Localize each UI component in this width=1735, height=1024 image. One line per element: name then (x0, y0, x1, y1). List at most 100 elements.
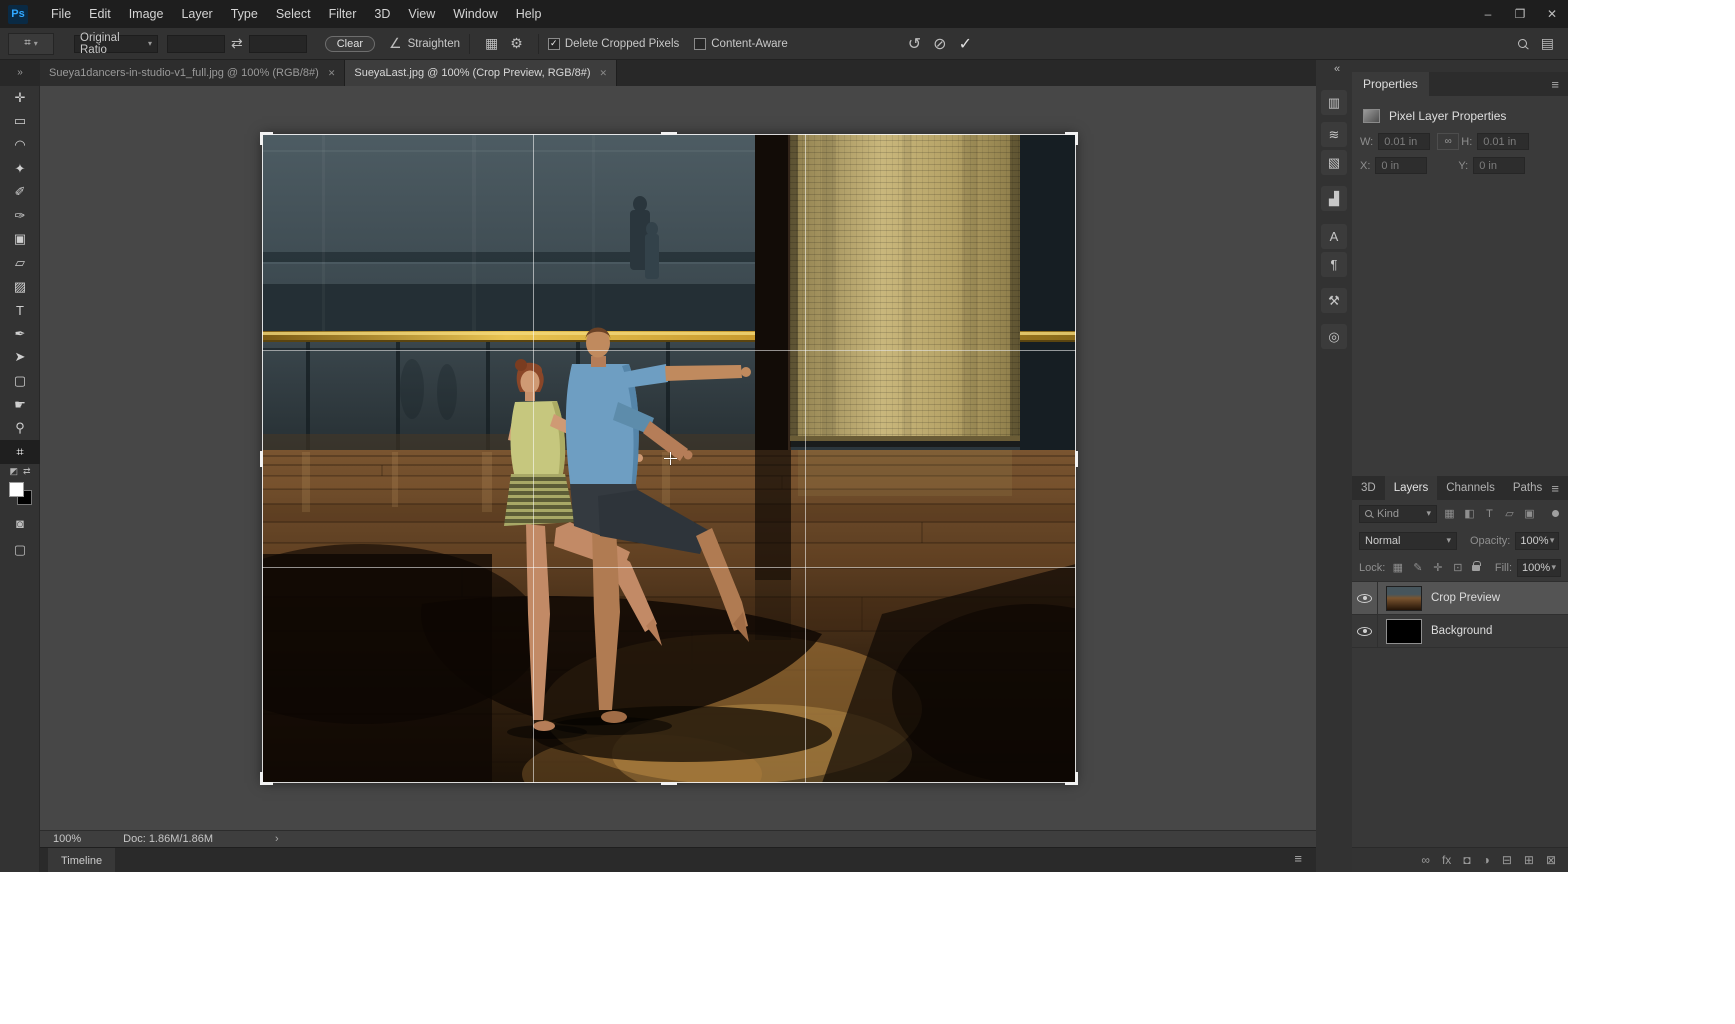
character-panel-icon[interactable]: A (1321, 224, 1347, 249)
filter-adjustment-layers-icon[interactable]: ◧ (1462, 507, 1477, 520)
layer-name[interactable]: Crop Preview (1431, 592, 1500, 604)
menu-layer[interactable]: Layer (172, 0, 221, 28)
filter-pixel-layers-icon[interactable]: ▦ (1442, 507, 1457, 520)
lock-all-icon[interactable] (1472, 565, 1480, 571)
canvas-image[interactable] (262, 134, 1076, 783)
filter-toggle-icon[interactable] (1552, 510, 1559, 517)
clone-stamp-tool[interactable]: ▣ (0, 228, 40, 252)
crop-settings-gear-icon[interactable]: ⚙ (510, 35, 523, 52)
quick-mask-icon[interactable]: ◙ (0, 516, 40, 531)
menu-filter[interactable]: Filter (320, 0, 366, 28)
y-field[interactable]: 0 in (1473, 157, 1525, 174)
lock-artboard-icon[interactable]: ⊡ (1450, 561, 1465, 574)
timeline-tab[interactable]: Timeline (48, 848, 115, 872)
rectangle-tool[interactable]: ▢ (0, 369, 40, 393)
menu-file[interactable]: File (42, 0, 80, 28)
commit-crop-icon[interactable]: ✓ (959, 34, 972, 54)
tab-channels[interactable]: Channels (1437, 476, 1504, 500)
menu-3d[interactable]: 3D (365, 0, 399, 28)
tab-properties[interactable]: Properties (1352, 72, 1429, 96)
adjustment-layer-icon[interactable]: ◑ (1483, 853, 1490, 867)
properties-menu-icon[interactable]: ≡ (1551, 77, 1559, 92)
document-tab-active[interactable]: SueyaLast.jpg @ 100% (Crop Preview, RGB/… (345, 60, 617, 86)
lock-position-icon[interactable]: ✛ (1430, 561, 1445, 574)
minimize-button[interactable]: – (1472, 0, 1504, 28)
collapse-panels-icon[interactable]: « (1334, 63, 1340, 75)
move-tool[interactable]: ✛ (0, 86, 40, 110)
opacity-field[interactable]: 100% ▾ (1515, 532, 1559, 550)
delete-cropped-pixels-label[interactable]: Delete Cropped Pixels (565, 38, 679, 50)
content-aware-checkbox[interactable] (694, 38, 706, 50)
marquee-tool[interactable]: ▭ (0, 110, 40, 134)
menu-view[interactable]: View (399, 0, 444, 28)
fill-field[interactable]: 100% ▾ (1517, 559, 1561, 577)
canvas-area[interactable] (40, 86, 1316, 830)
overlay-grid-icon[interactable]: ▦ (485, 35, 498, 52)
zoom-level[interactable]: 100% (53, 833, 81, 845)
brush-tool[interactable]: ✑ (0, 204, 40, 228)
screen-mode-icon[interactable]: ▢ (0, 542, 40, 558)
blend-mode-dropdown[interactable]: Normal ▾ (1359, 532, 1457, 550)
lock-transparency-icon[interactable]: ▦ (1390, 561, 1405, 574)
content-aware-label[interactable]: Content-Aware (711, 38, 788, 50)
path-selection-tool[interactable]: ➤ (0, 346, 40, 370)
search-icon[interactable] (1518, 39, 1527, 48)
histogram-panel-icon[interactable]: ▟ (1321, 186, 1347, 211)
filter-kind-dropdown[interactable]: Kind ▾ (1359, 505, 1437, 523)
zoom-tool[interactable]: ⚲ (0, 416, 40, 440)
layer-thumbnail[interactable] (1386, 586, 1422, 611)
menu-window[interactable]: Window (444, 0, 506, 28)
tab-3d[interactable]: 3D (1352, 476, 1385, 500)
layer-thumbnail[interactable] (1386, 619, 1422, 644)
lasso-tool[interactable]: ◠ (0, 133, 40, 157)
crop-tool[interactable]: ⌗ (0, 440, 40, 464)
toolbar-expand-icon[interactable]: » (0, 60, 40, 86)
document-tab-inactive[interactable]: Sueya1dancers-in-studio-v1_full.jpg @ 10… (40, 60, 345, 86)
tool-preset-dropdown[interactable]: ⌗ ▾ (8, 33, 54, 55)
paragraph-panel-icon[interactable]: ¶ (1321, 252, 1347, 277)
crop-height-input[interactable] (249, 35, 307, 53)
tab-paths[interactable]: Paths (1504, 476, 1551, 500)
swap-dimensions-icon[interactable]: ⇄ (231, 35, 243, 52)
document-view[interactable] (262, 134, 1076, 783)
menu-edit[interactable]: Edit (80, 0, 120, 28)
new-group-icon[interactable]: ⊟ (1502, 853, 1512, 867)
default-colors-icon[interactable]: ◩ (9, 466, 18, 477)
layer-row-background[interactable]: Background (1352, 615, 1568, 648)
close-button[interactable]: ✕ (1536, 0, 1568, 28)
tab-layers[interactable]: Layers (1385, 476, 1438, 500)
filter-type-layers-icon[interactable]: T (1482, 508, 1497, 520)
filter-smart-objects-icon[interactable]: ▣ (1522, 507, 1537, 520)
link-dimensions-icon[interactable]: ∞ (1437, 133, 1459, 150)
x-field[interactable]: 0 in (1375, 157, 1427, 174)
width-field[interactable]: 0.01 in (1378, 133, 1430, 150)
timeline-menu-icon[interactable]: ≡ (1294, 851, 1302, 866)
quick-selection-tool[interactable]: ✦ (0, 157, 40, 181)
link-layers-icon[interactable]: ∞ (1421, 853, 1430, 867)
clone-source-panel-icon[interactable]: ◎ (1321, 324, 1347, 349)
close-tab-icon[interactable]: ✕ (328, 68, 336, 79)
layer-mask-icon[interactable]: ◘ (1463, 853, 1470, 867)
straighten-label[interactable]: Straighten (408, 38, 460, 50)
delete-layer-icon[interactable]: ⊠ (1546, 853, 1556, 867)
eyedropper-tool[interactable]: ✐ (0, 180, 40, 204)
aspect-ratio-dropdown[interactable]: Original Ratio ▾ (74, 35, 158, 53)
height-field[interactable]: 0.01 in (1477, 133, 1529, 150)
hand-tool[interactable]: ☛ (0, 393, 40, 417)
new-layer-icon[interactable]: ⊞ (1524, 853, 1534, 867)
straighten-icon[interactable]: ∠ (389, 35, 402, 52)
delete-cropped-pixels-checkbox[interactable]: ✓ (548, 38, 560, 50)
close-tab-icon[interactable]: ✕ (600, 68, 608, 79)
menu-type[interactable]: Type (222, 0, 267, 28)
styles-panel-icon[interactable]: ▧ (1321, 150, 1347, 175)
layer-effects-icon[interactable]: fx (1442, 853, 1451, 867)
visibility-toggle[interactable] (1352, 582, 1378, 615)
type-tool[interactable]: T (0, 298, 40, 322)
workspace-switcher-icon[interactable]: ▤ (1541, 35, 1554, 52)
gradient-tool[interactable]: ▨ (0, 275, 40, 299)
layer-name[interactable]: Background (1431, 625, 1492, 637)
reset-crop-icon[interactable]: ↺ (908, 34, 921, 54)
status-options-chevron-icon[interactable]: › (275, 833, 279, 845)
visibility-toggle[interactable] (1352, 615, 1378, 648)
crop-width-input[interactable] (167, 35, 225, 53)
